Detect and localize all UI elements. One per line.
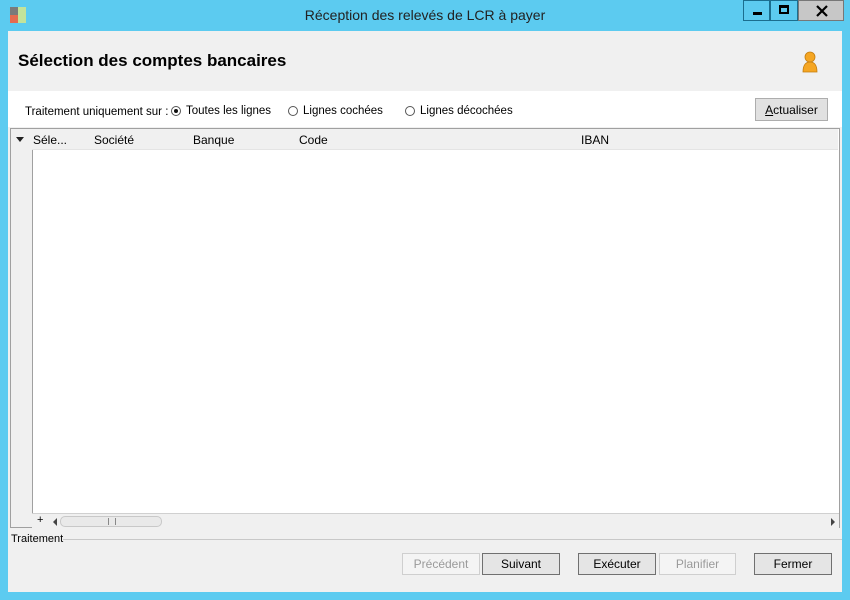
radio-all-lines[interactable]: Toutes les lignes: [171, 105, 271, 117]
section-label: Traitement: [11, 533, 64, 545]
minimize-icon: [753, 12, 762, 15]
radio-checked-lines[interactable]: Lignes cochées: [288, 105, 383, 117]
title-bar[interactable]: Réception des relevés de LCR à payer: [0, 0, 850, 30]
close-window-button[interactable]: [798, 0, 844, 21]
close-button[interactable]: Fermer: [754, 553, 832, 575]
radio-unchecked-lines-label: Lignes décochées: [420, 105, 513, 117]
radio-unselected-icon: [405, 106, 415, 116]
grid-footer: +: [32, 513, 839, 529]
client-area: Sélection des comptes bancaires Traiteme…: [8, 31, 842, 592]
radio-selected-icon: [171, 106, 181, 116]
column-header-bank[interactable]: Banque: [193, 133, 234, 147]
scroll-left-icon[interactable]: [53, 518, 57, 526]
column-header-selection[interactable]: Séle...: [33, 133, 67, 147]
column-header-iban[interactable]: IBAN: [581, 133, 609, 147]
window-title: Réception des relevés de LCR à payer: [304, 7, 546, 23]
horizontal-scrollbar-thumb[interactable]: [60, 516, 162, 527]
refresh-button-label: ctualiser: [773, 102, 818, 117]
scroll-right-icon[interactable]: [831, 518, 835, 526]
add-row-icon[interactable]: +: [37, 514, 43, 526]
column-chooser-icon[interactable]: [16, 137, 24, 142]
grid-row-header: [11, 129, 33, 527]
maximize-icon: [779, 5, 789, 14]
bank-accounts-grid[interactable]: Séle... Société Banque Code IBAN +: [10, 128, 840, 529]
app-window: Réception des relevés de LCR à payer Sél…: [0, 0, 850, 600]
column-header-company[interactable]: Société: [94, 133, 134, 147]
scroll-grip-icon: [108, 518, 116, 525]
schedule-button[interactable]: Planifier: [659, 553, 736, 575]
page-title: Sélection des comptes bancaires: [18, 51, 287, 70]
radio-unselected-icon: [288, 106, 298, 116]
section-divider: [63, 539, 842, 540]
radio-unchecked-lines[interactable]: Lignes décochées: [405, 105, 513, 117]
execute-button[interactable]: Exécuter: [578, 553, 656, 575]
minimize-button[interactable]: [743, 0, 770, 21]
radio-checked-lines-label: Lignes cochées: [303, 105, 383, 117]
close-icon: [816, 5, 828, 17]
radio-all-lines-label: Toutes les lignes: [186, 105, 272, 117]
refresh-button[interactable]: Actualiser: [755, 98, 828, 121]
maximize-button[interactable]: [770, 0, 798, 21]
filter-bar: Traitement uniquement sur : Toutes les l…: [8, 91, 842, 127]
next-button[interactable]: Suivant: [482, 553, 560, 575]
grid-column-headers: Séle... Société Banque Code IBAN: [32, 129, 838, 150]
filter-label: Traitement uniquement sur :: [25, 106, 169, 118]
user-icon[interactable]: [801, 51, 819, 73]
page-header: Sélection des comptes bancaires: [8, 31, 842, 91]
previous-button[interactable]: Précédent: [402, 553, 480, 575]
refresh-button-accel: A: [765, 102, 774, 117]
column-header-code[interactable]: Code: [299, 133, 328, 147]
